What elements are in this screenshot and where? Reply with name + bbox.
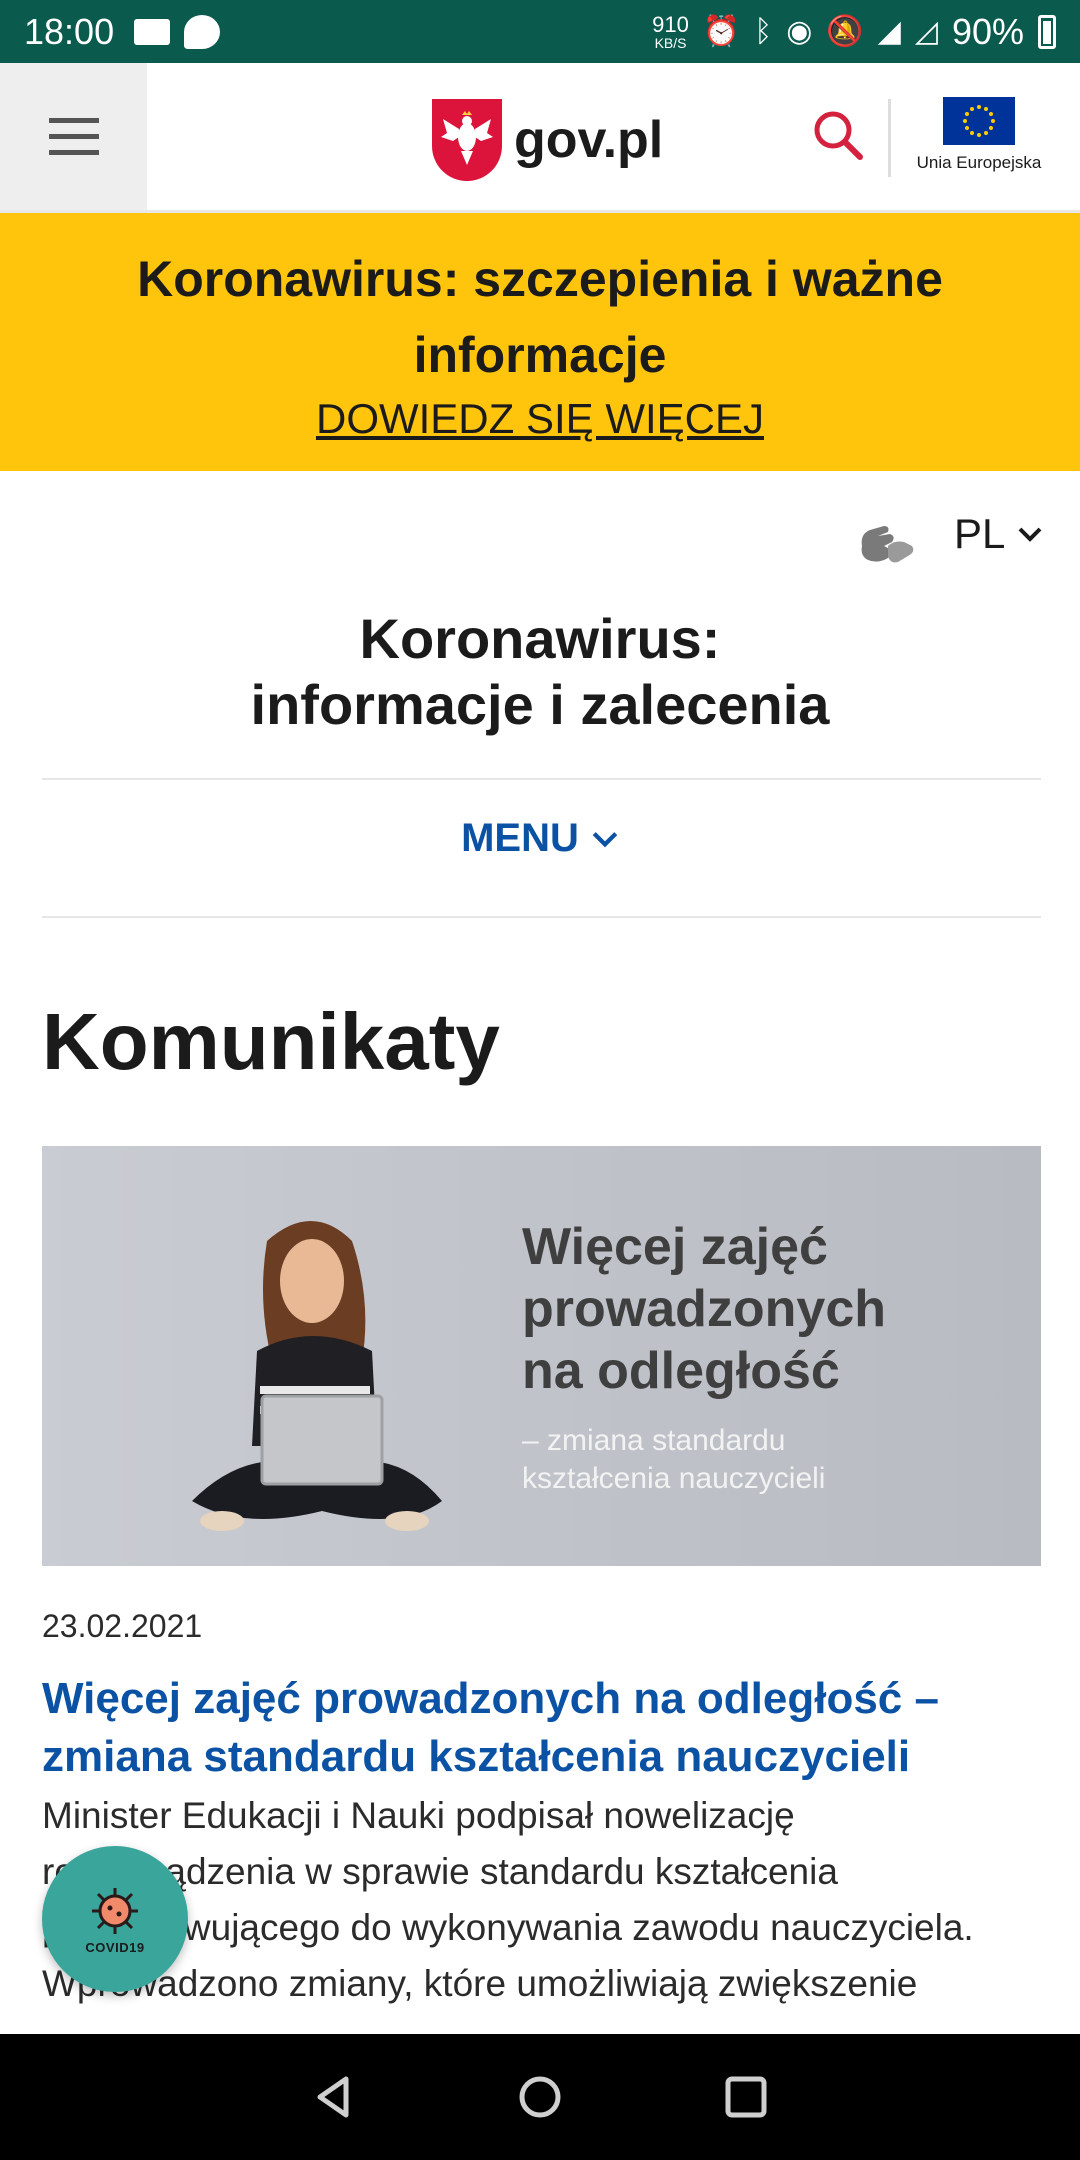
- hotspot-icon: ◉: [786, 14, 813, 49]
- site-header: gov.pl Unia Europejska: [0, 63, 1080, 213]
- virus-icon: [92, 1887, 138, 1934]
- image-subtitle-line: – zmiana standardu: [522, 1424, 786, 1457]
- site-menu-toggle[interactable]: MENU: [0, 816, 1080, 861]
- image-subtitle-line: kształcenia nauczycieli: [522, 1462, 826, 1495]
- message-icon: [184, 14, 221, 49]
- site-title-line2: informacje i zalecenia: [250, 673, 830, 736]
- article-image[interactable]: Więcej zajęć prowadzonych na odległość –…: [42, 1146, 1041, 1566]
- divider: [42, 916, 1041, 918]
- gov-logo[interactable]: gov.pl: [432, 99, 663, 181]
- signal-icon: ◢: [877, 14, 901, 49]
- language-selector[interactable]: PL: [954, 510, 1043, 558]
- image-title-line: prowadzonych: [522, 1280, 887, 1338]
- header-divider: [888, 99, 891, 177]
- battery-icon: [1038, 14, 1056, 49]
- polish-eagle-icon: [432, 99, 502, 181]
- chevron-down-icon: [592, 831, 618, 847]
- back-icon[interactable]: [306, 2069, 362, 2125]
- signal-icon-2: ◿: [914, 14, 938, 49]
- language-label: PL: [954, 510, 1006, 557]
- article-date: 23.02.2021: [42, 1608, 203, 1644]
- divider: [42, 778, 1041, 780]
- article-excerpt: Minister Edukacji i Nauki podpisał nowel…: [42, 1795, 974, 2004]
- status-bar: 18:00 910 KB/S ⏰ ᛒ ◉ 🔕 ◢ ◿ 90%: [0, 0, 1080, 63]
- mute-icon: 🔕: [826, 14, 864, 49]
- covid19-floating-button[interactable]: COVID19: [42, 1846, 188, 1992]
- bluetooth-icon: ᛒ: [754, 14, 773, 49]
- fab-label: COVID19: [85, 1939, 145, 1955]
- status-time: 18:00: [24, 10, 115, 52]
- article-title-link[interactable]: Więcej zajęć prowadzonych na odległość –…: [42, 1670, 1022, 1786]
- banner-title: Koronawirus: szczepienia i ważne informa…: [137, 251, 943, 383]
- sign-language-icon[interactable]: [854, 516, 918, 572]
- hamburger-menu-button[interactable]: [0, 63, 147, 210]
- image-title-line: na odległość: [522, 1342, 840, 1400]
- notification-icon: [134, 18, 171, 45]
- search-icon[interactable]: [810, 107, 866, 163]
- page-heading: Komunikaty: [42, 997, 500, 1086]
- eu-label: Unia Europejska: [916, 153, 1042, 172]
- system-navigation-bar: [0, 2034, 1080, 2160]
- alarm-icon: ⏰: [702, 14, 741, 49]
- eu-flag-icon: [943, 97, 1015, 145]
- recents-icon[interactable]: [718, 2069, 774, 2125]
- home-icon[interactable]: [512, 2069, 568, 2125]
- banner-learn-more-link[interactable]: DOWIEDZ SIĘ WIĘCEJ: [316, 395, 764, 443]
- site-title: Koronawirus: informacje i zalecenia: [0, 606, 1080, 738]
- network-speed: 910 KB/S: [652, 11, 689, 51]
- covid-banner: Koronawirus: szczepienia i ważne informa…: [0, 213, 1080, 471]
- image-caption: Więcej zajęć prowadzonych na odległość –…: [522, 1216, 886, 1498]
- image-title-line: Więcej zajęć: [522, 1218, 828, 1276]
- chevron-down-icon: [1018, 527, 1042, 542]
- battery-percent: 90%: [951, 10, 1024, 52]
- woman-with-laptop-illustration: [192, 1221, 442, 1531]
- eu-logo[interactable]: Unia Europejska: [912, 97, 1046, 173]
- site-title-line1: Koronawirus:: [359, 607, 721, 670]
- logo-text: gov.pl: [514, 111, 664, 169]
- menu-label: MENU: [461, 816, 579, 860]
